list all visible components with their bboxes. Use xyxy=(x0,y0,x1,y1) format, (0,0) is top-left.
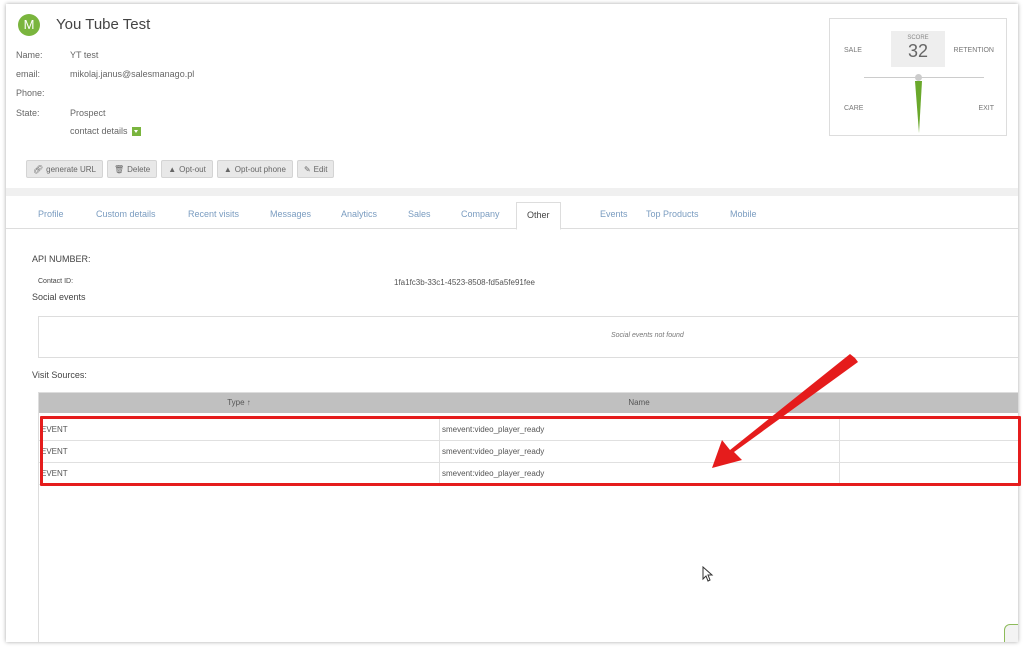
bell-icon: ▲ xyxy=(168,164,177,174)
tab-bar: Profile Custom details Recent visits Mes… xyxy=(6,196,1018,230)
arrow-annotation-icon xyxy=(712,354,858,468)
link-icon: 🔗︎ xyxy=(33,164,44,174)
delete-label: Delete xyxy=(127,164,151,174)
name-label: Name: xyxy=(16,50,43,60)
trash-icon: 🗑︎ xyxy=(113,164,125,174)
score-care-label: CARE xyxy=(844,105,864,112)
avatar: M xyxy=(18,14,40,36)
highlight-box xyxy=(40,416,1021,486)
contact-name: You Tube Test xyxy=(56,16,151,33)
opt-out-phone-label: Opt-out phone xyxy=(234,164,286,174)
mouse-cursor-icon xyxy=(702,566,714,582)
generate-url-label: generate URL xyxy=(46,164,96,174)
action-toolbar: 🔗︎ generate URL 🗑︎ Delete ▲ Opt-out ▲ Op… xyxy=(26,160,335,178)
social-events-heading: Social events xyxy=(32,292,86,302)
edit-label: Edit xyxy=(313,164,328,174)
table-header: Type ↑ Name xyxy=(39,393,1018,413)
api-number-heading: API NUMBER: xyxy=(32,254,91,264)
chevron-down-icon[interactable] xyxy=(131,127,141,137)
tab-mobile[interactable]: Mobile xyxy=(720,202,767,229)
tab-events[interactable]: Events xyxy=(590,202,638,229)
score-value: 32 xyxy=(907,41,929,61)
contact-id-label: Contact ID: xyxy=(38,278,74,285)
state-label: State: xyxy=(16,108,40,118)
contact-details-toggle[interactable]: contact details xyxy=(70,126,141,137)
phone-label: Phone: xyxy=(16,88,45,98)
tab-custom-details[interactable]: Custom details xyxy=(86,202,166,229)
visit-sources-heading: Visit Sources: xyxy=(32,370,87,380)
contact-id-value: 1fa1fc3b-33c1-4523-8508-fd5a5fe91fee xyxy=(394,278,535,287)
score-panel: SCORE 32 xyxy=(891,31,945,67)
tab-profile[interactable]: Profile xyxy=(28,202,74,229)
tab-company[interactable]: Company xyxy=(451,202,510,229)
contact-details-label[interactable]: contact details xyxy=(70,126,128,136)
score-needle-icon xyxy=(915,81,922,133)
tab-top-products[interactable]: Top Products xyxy=(636,202,709,229)
opt-out-label: Opt-out xyxy=(179,164,206,174)
score-exit-label: EXIT xyxy=(978,105,994,112)
pencil-icon: ✎ xyxy=(303,164,311,174)
delete-button[interactable]: 🗑︎ Delete xyxy=(106,160,158,178)
column-header-type[interactable]: Type ↑ xyxy=(39,393,439,413)
social-events-empty-message: Social events not found xyxy=(611,332,684,339)
contact-header: M You Tube Test Name: YT test email: mik… xyxy=(6,4,1018,188)
section-divider xyxy=(6,188,1018,196)
score-axis xyxy=(864,77,984,78)
email-label: email: xyxy=(16,69,41,79)
contact-window: M You Tube Test Name: YT test email: mik… xyxy=(6,4,1018,642)
opt-out-phone-button[interactable]: ▲ Opt-out phone xyxy=(216,160,293,178)
tab-sales[interactable]: Sales xyxy=(398,202,441,229)
opt-out-button[interactable]: ▲ Opt-out xyxy=(161,160,213,178)
tab-messages[interactable]: Messages xyxy=(260,202,321,229)
tab-recent-visits[interactable]: Recent visits xyxy=(178,202,249,229)
score-widget: SALE RETENTION CARE EXIT SCORE 32 xyxy=(829,18,1007,136)
email-value[interactable]: mikolaj.janus@salesmanago.pl xyxy=(70,69,194,79)
help-widget-button[interactable] xyxy=(1004,624,1018,642)
tab-analytics[interactable]: Analytics xyxy=(331,202,387,229)
tab-other[interactable]: Other xyxy=(516,202,561,230)
bell-icon: ▲ xyxy=(223,164,232,174)
generate-url-button[interactable]: 🔗︎ generate URL xyxy=(26,160,103,178)
score-retention-label: RETENTION xyxy=(953,47,994,54)
score-sale-label: SALE xyxy=(844,47,862,54)
name-value: YT test xyxy=(70,50,99,60)
state-value: Prospect xyxy=(70,108,106,118)
edit-button[interactable]: ✎ Edit xyxy=(296,160,335,178)
social-events-panel: Social events not found xyxy=(38,316,1018,358)
